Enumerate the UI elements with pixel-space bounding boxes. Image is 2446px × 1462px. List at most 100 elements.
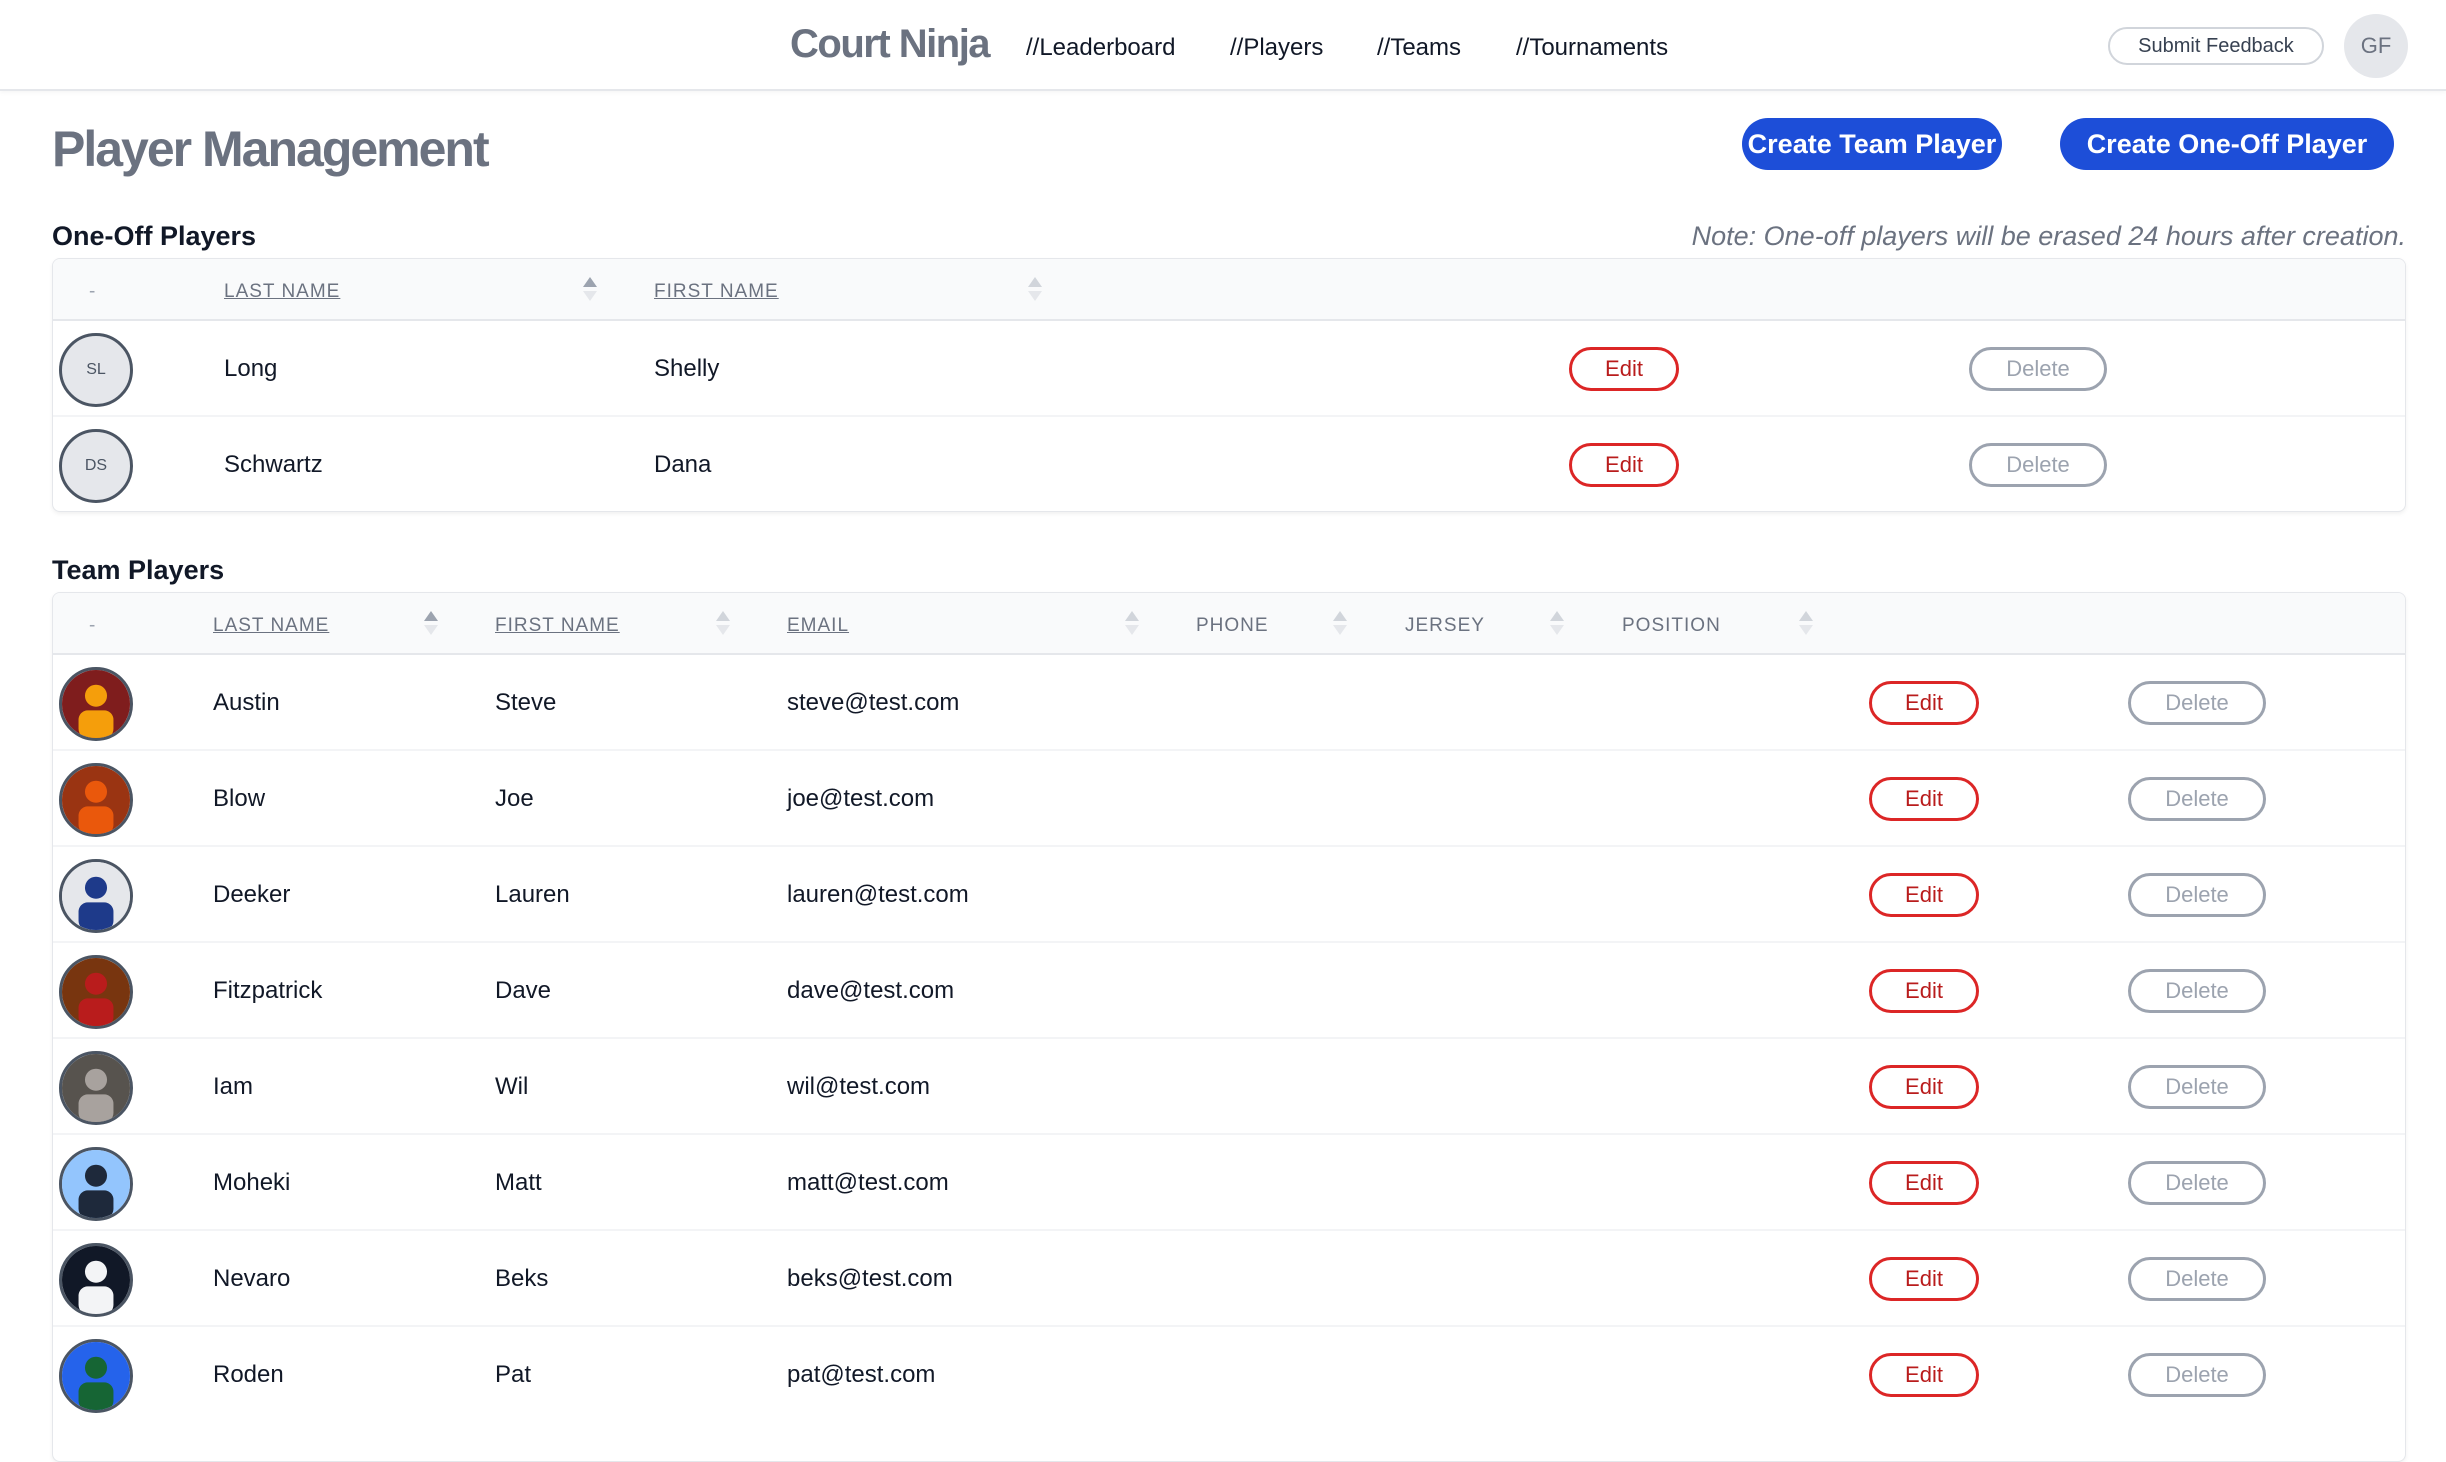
first-name-cell: Dave xyxy=(495,977,552,1004)
top-nav-bar: Court Ninja //Leaderboard //Players //Te… xyxy=(0,0,2446,91)
nav-players[interactable]: //Players xyxy=(1230,34,1323,62)
avatar xyxy=(59,1243,133,1317)
edit-button[interactable]: Edit xyxy=(1569,443,1679,487)
team-rows: Austin Steve steve@test.com Edit Delete … xyxy=(53,655,2405,1423)
table-row: Iam Wil wil@test.com Edit Delete xyxy=(53,1039,2405,1135)
email-column-header[interactable]: EMAIL xyxy=(787,615,849,637)
edit-button[interactable]: Edit xyxy=(1869,1161,1979,1205)
player-photo xyxy=(62,766,130,834)
avatar xyxy=(59,955,133,1029)
player-photo xyxy=(62,670,130,738)
create-team-player-button[interactable]: Create Team Player xyxy=(1742,118,2002,170)
sort-icon[interactable] xyxy=(1125,611,1139,637)
delete-button[interactable]: Delete xyxy=(2128,681,2266,725)
nav-tournaments[interactable]: //Tournaments xyxy=(1516,34,1668,62)
last-name-cell: Long xyxy=(224,355,278,382)
one-off-players-heading: One-Off Players xyxy=(52,221,257,251)
last-name-column-header[interactable]: LAST NAME xyxy=(213,615,329,637)
edit-button[interactable]: Edit xyxy=(1869,1065,1979,1109)
sort-icon[interactable] xyxy=(716,611,730,637)
avatar xyxy=(59,1147,133,1221)
sort-icon[interactable] xyxy=(1550,611,1564,637)
last-name-column-header[interactable]: LAST NAME xyxy=(224,281,340,303)
brand-logo[interactable]: Court Ninja xyxy=(790,22,991,67)
first-name-cell: Joe xyxy=(495,785,534,812)
player-photo xyxy=(62,1342,130,1410)
delete-button[interactable]: Delete xyxy=(2128,1353,2266,1397)
last-name-cell: Moheki xyxy=(213,1169,291,1196)
create-one-off-player-button[interactable]: Create One-Off Player xyxy=(2060,118,2394,170)
avatar-initials: SL xyxy=(86,361,106,378)
edit-button[interactable]: Edit xyxy=(1869,873,1979,917)
nav-leaderboard[interactable]: //Leaderboard xyxy=(1026,34,1175,62)
edit-button[interactable]: Edit xyxy=(1569,347,1679,391)
avatar: SL xyxy=(59,333,133,407)
table-header: - LAST NAME FIRST NAME EMAIL PHONE JERSE… xyxy=(53,593,2405,655)
delete-button[interactable]: Delete xyxy=(2128,1065,2266,1109)
last-name-cell: Schwartz xyxy=(224,451,323,478)
edit-button[interactable]: Edit xyxy=(1869,777,1979,821)
last-name-cell: Nevaro xyxy=(213,1265,291,1292)
delete-button[interactable]: Delete xyxy=(1969,347,2107,391)
table-row: Moheki Matt matt@test.com Edit Delete xyxy=(53,1135,2405,1231)
table-row: Fitzpatrick Dave dave@test.com Edit Dele… xyxy=(53,943,2405,1039)
first-name-cell: Pat xyxy=(495,1361,532,1388)
email-cell: steve@test.com xyxy=(787,689,960,716)
email-cell: dave@test.com xyxy=(787,977,955,1004)
edit-button[interactable]: Edit xyxy=(1869,681,1979,725)
submit-feedback-button[interactable]: Submit Feedback xyxy=(2108,27,2324,65)
sort-icon[interactable] xyxy=(1333,611,1347,637)
edit-button[interactable]: Edit xyxy=(1869,969,1979,1013)
first-name-cell: Matt xyxy=(495,1169,542,1196)
table-row: Deeker Lauren lauren@test.com Edit Delet… xyxy=(53,847,2405,943)
user-avatar[interactable]: GF xyxy=(2344,14,2408,78)
table-row: Austin Steve steve@test.com Edit Delete xyxy=(53,655,2405,751)
delete-button[interactable]: Delete xyxy=(2128,1161,2266,1205)
position-column-header[interactable]: POSITION xyxy=(1622,615,1721,637)
first-name-column-header[interactable]: FIRST NAME xyxy=(495,615,620,637)
delete-button[interactable]: Delete xyxy=(1969,443,2107,487)
sort-icon[interactable] xyxy=(1799,611,1813,637)
table-row: SL Long Shelly Edit Delete xyxy=(53,321,2405,417)
jersey-column-header[interactable]: JERSEY xyxy=(1405,615,1485,637)
player-photo xyxy=(62,958,130,1026)
first-name-cell: Steve xyxy=(495,689,557,716)
avatar xyxy=(59,859,133,933)
edit-button[interactable]: Edit xyxy=(1869,1257,1979,1301)
phone-column-header[interactable]: PHONE xyxy=(1196,615,1269,637)
delete-button[interactable]: Delete xyxy=(2128,969,2266,1013)
avatar xyxy=(59,763,133,837)
sort-icon[interactable] xyxy=(1028,277,1042,303)
avatar xyxy=(59,667,133,741)
first-name-column-header[interactable]: FIRST NAME xyxy=(654,281,779,303)
email-cell: wil@test.com xyxy=(787,1073,931,1100)
table-row: Blow Joe joe@test.com Edit Delete xyxy=(53,751,2405,847)
avatar-column-header: - xyxy=(89,281,96,302)
first-name-cell: Shelly xyxy=(654,355,720,382)
team-players-table: - LAST NAME FIRST NAME EMAIL PHONE JERSE… xyxy=(52,592,2406,1462)
email-cell: beks@test.com xyxy=(787,1265,953,1292)
first-name-cell: Wil xyxy=(495,1073,529,1100)
avatar-column-header: - xyxy=(89,615,96,636)
edit-button[interactable]: Edit xyxy=(1869,1353,1979,1397)
team-players-heading: Team Players xyxy=(52,555,225,585)
last-name-cell: Roden xyxy=(213,1361,284,1388)
table-row: Nevaro Beks beks@test.com Edit Delete xyxy=(53,1231,2405,1327)
avatar: DS xyxy=(59,429,133,503)
player-photo xyxy=(62,1054,130,1122)
player-photo xyxy=(62,1246,130,1314)
email-cell: pat@test.com xyxy=(787,1361,936,1388)
first-name-cell: Dana xyxy=(654,451,712,478)
last-name-cell: Blow xyxy=(213,785,266,812)
table-header: - LAST NAME FIRST NAME xyxy=(53,259,2405,321)
sort-icon[interactable] xyxy=(424,611,438,637)
delete-button[interactable]: Delete xyxy=(2128,777,2266,821)
table-row: DS Schwartz Dana Edit Delete xyxy=(53,417,2405,511)
first-name-cell: Lauren xyxy=(495,881,570,908)
one-off-note: Note: One-off players will be erased 24 … xyxy=(1691,221,2406,251)
nav-teams[interactable]: //Teams xyxy=(1377,34,1461,62)
avatar-initials: DS xyxy=(84,457,108,474)
delete-button[interactable]: Delete xyxy=(2128,1257,2266,1301)
sort-icon[interactable] xyxy=(583,277,597,303)
delete-button[interactable]: Delete xyxy=(2128,873,2266,917)
